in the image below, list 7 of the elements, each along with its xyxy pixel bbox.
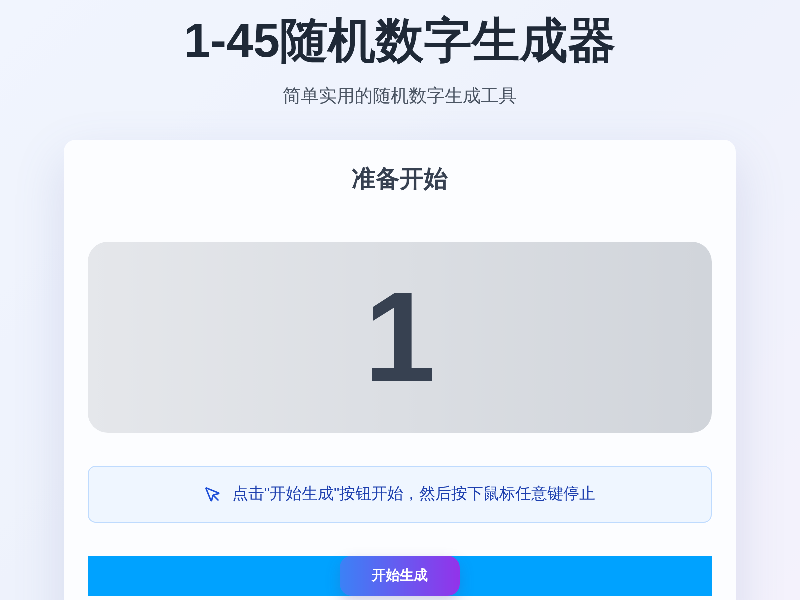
page-title: 1-45随机数字生成器 bbox=[184, 14, 616, 70]
status-heading: 准备开始 bbox=[352, 165, 448, 195]
cursor-icon bbox=[204, 486, 222, 504]
current-number: 1 bbox=[364, 268, 436, 408]
start-button[interactable]: 开始生成 bbox=[340, 556, 460, 596]
hint-text: 点击"开始生成"按钮开始，然后按下鼠标任意键停止 bbox=[232, 484, 596, 504]
page-subtitle: 简单实用的随机数字生成工具 bbox=[282, 85, 517, 108]
